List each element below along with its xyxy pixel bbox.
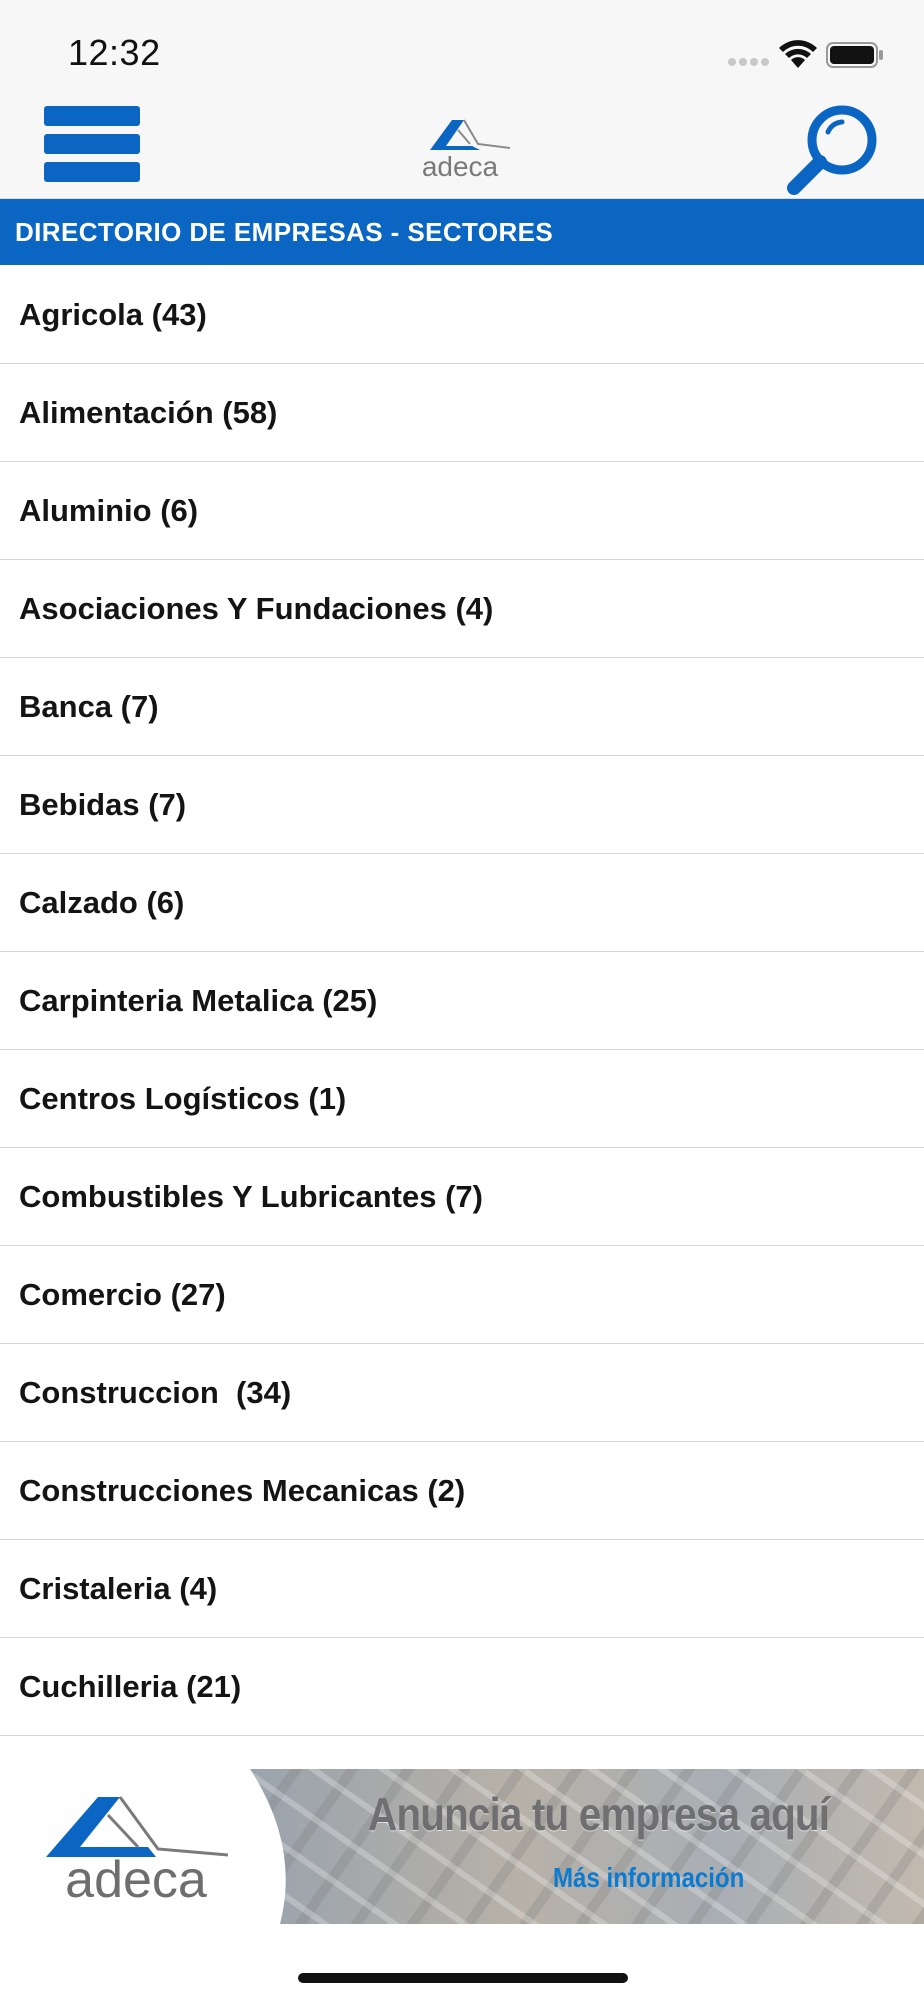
list-item[interactable]: Banca (7) <box>0 658 924 756</box>
list-item-label: Calzado (6) <box>19 884 185 920</box>
cellular-signal-icon <box>728 58 769 66</box>
list-item-label: Agricola (43) <box>19 296 207 332</box>
list-item-label: Asociaciones Y Fundaciones (4) <box>19 590 494 626</box>
search-button[interactable] <box>780 100 884 198</box>
list-item[interactable]: Aluminio (6) <box>0 462 924 560</box>
list-item[interactable]: Carpinteria Metalica (25) <box>0 952 924 1050</box>
banner-more-info-link[interactable]: Más información <box>553 1862 744 1894</box>
svg-text:adeca: adeca <box>422 151 499 180</box>
list-item[interactable]: Asociaciones Y Fundaciones (4) <box>0 560 924 658</box>
list-item[interactable]: Combustibles Y Lubricantes (7) <box>0 1148 924 1246</box>
list-item[interactable]: Comercio (27) <box>0 1246 924 1344</box>
navigation-bar: adeca <box>0 100 924 199</box>
list-item-label: Cristaleria (4) <box>19 1570 218 1606</box>
menu-button[interactable] <box>44 102 140 190</box>
search-icon <box>787 105 877 195</box>
banner-title: Anuncia tu empresa aquí <box>368 1788 830 1840</box>
list-item[interactable]: Construcciones Mecanicas (2) <box>0 1442 924 1540</box>
list-item[interactable]: Agricola (43) <box>0 266 924 364</box>
adeca-banner-logo: adeca <box>46 1796 229 1903</box>
list-item-label: Carpinteria Metalica (25) <box>19 982 378 1018</box>
sector-list: Agricola (43) Alimentación (58) Aluminio… <box>0 266 924 1736</box>
list-item-label: Bebidas (7) <box>19 786 187 822</box>
list-item[interactable]: Alimentación (58) <box>0 364 924 462</box>
list-item-label: Cuchilleria (21) <box>19 1668 242 1704</box>
advertising-banner[interactable]: adeca Anuncia tu empresa aquí Más inform… <box>0 1769 924 1924</box>
list-item[interactable]: Construccion (34) <box>0 1344 924 1442</box>
list-item-label: Alimentación (58) <box>19 394 278 430</box>
list-item[interactable]: Calzado (6) <box>0 854 924 952</box>
battery-icon <box>826 42 883 68</box>
list-item-label: Construccion (34) <box>19 1374 292 1410</box>
list-item-label: Centros Logísticos (1) <box>19 1080 347 1116</box>
wifi-icon <box>779 40 817 68</box>
list-item[interactable]: Bebidas (7) <box>0 756 924 854</box>
list-item-label: Combustibles Y Lubricantes (7) <box>19 1178 483 1214</box>
list-item-label: Aluminio (6) <box>19 492 199 528</box>
status-bar: 12:32 <box>0 0 924 100</box>
list-item[interactable]: Cristaleria (4) <box>0 1540 924 1638</box>
list-item[interactable]: Cuchilleria (21) <box>0 1638 924 1736</box>
list-item[interactable]: Centros Logísticos (1) <box>0 1050 924 1148</box>
home-indicator[interactable] <box>298 1973 628 1983</box>
list-item-label: Construcciones Mecanicas (2) <box>19 1472 466 1508</box>
list-item-label: Comercio (27) <box>19 1276 226 1312</box>
svg-text:adeca: adeca <box>65 1851 207 1903</box>
status-time: 12:32 <box>68 32 161 73</box>
list-item-label: Banca (7) <box>19 688 159 724</box>
section-title: DIRECTORIO DE EMPRESAS - SECTORES <box>0 199 924 265</box>
adeca-logo: adeca <box>422 119 511 180</box>
